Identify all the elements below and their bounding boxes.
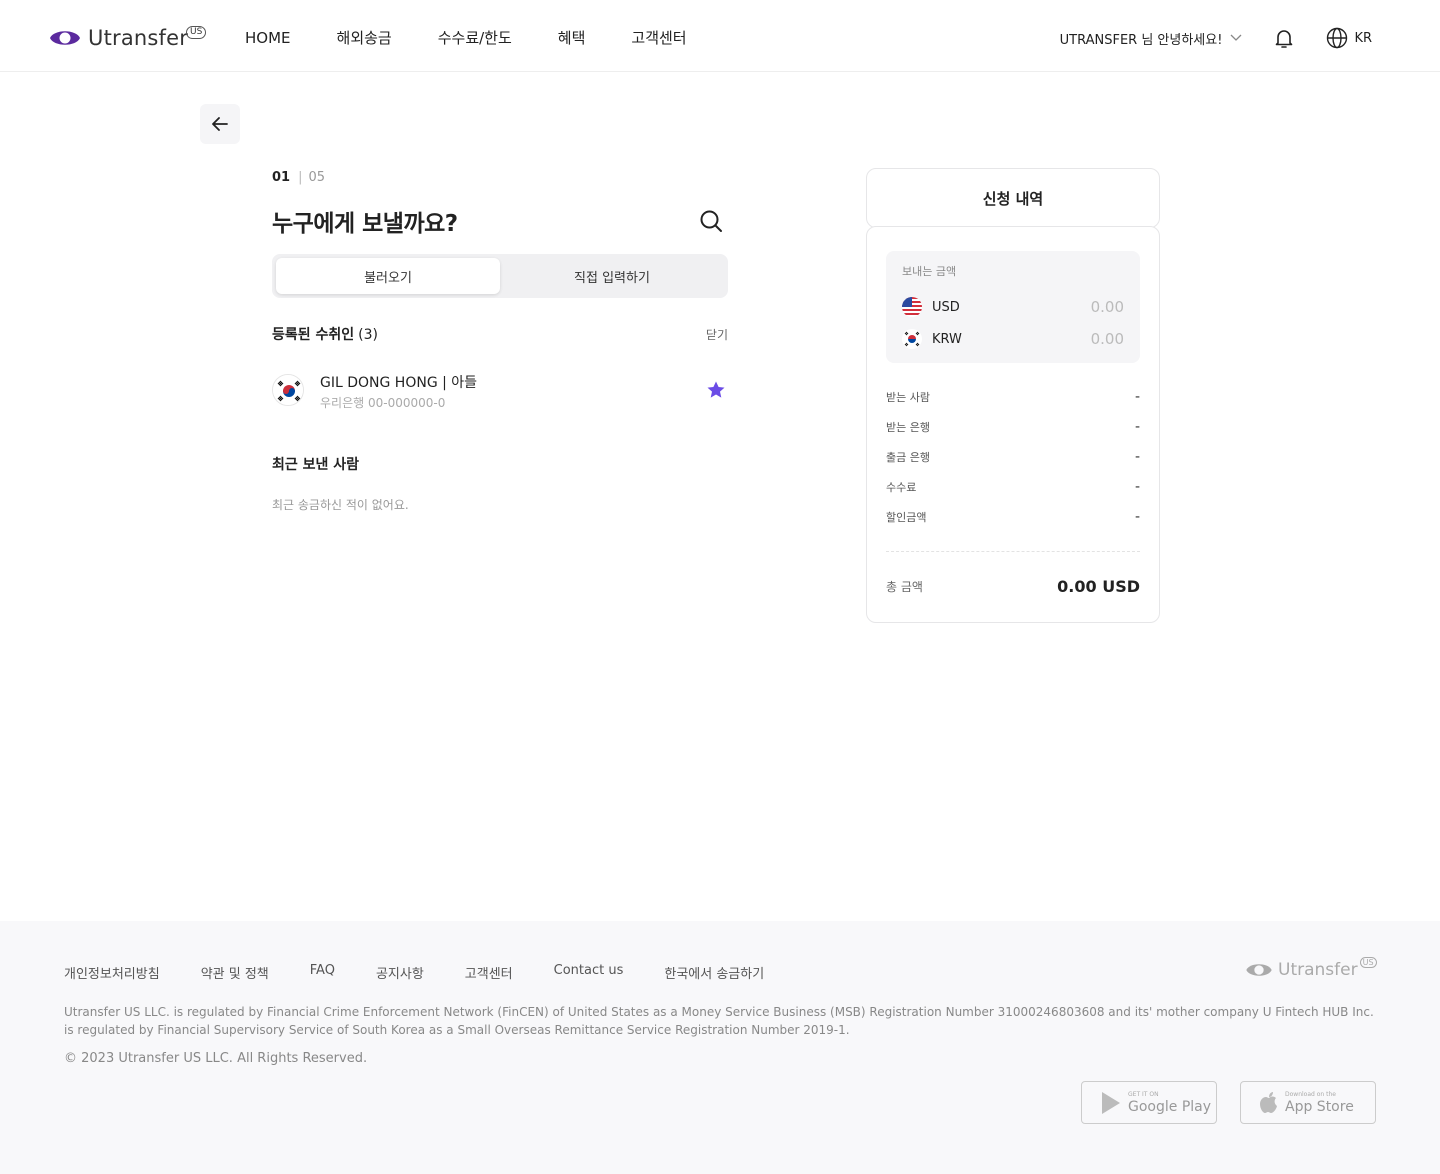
recipient-name: GIL DONG HONG | 아들: [320, 375, 478, 391]
summary-row-value: -: [1134, 509, 1140, 525]
recipient-item[interactable]: GIL DONG HONG | 아들 우리은행 00-000000-0: [272, 370, 728, 410]
tab-manual-input[interactable]: 직접 입력하기: [500, 258, 724, 294]
total-label: 총 금액: [886, 580, 923, 594]
summary-divider: [886, 551, 1140, 552]
nav-benefits[interactable]: 혜택: [558, 27, 586, 49]
logo-badge: US: [186, 26, 207, 39]
footer-link-korea-remit[interactable]: 한국에서 송금하기: [664, 963, 764, 982]
summary-row-recipient: 받는 사람 -: [886, 389, 1140, 405]
currency-code-usd: USD: [932, 299, 960, 315]
nav-home[interactable]: HOME: [245, 27, 291, 49]
bell-icon[interactable]: [1272, 26, 1296, 50]
google-play-button[interactable]: GET IT ON Google Play: [1081, 1081, 1217, 1124]
footer-link-terms[interactable]: 약관 및 정책: [201, 963, 269, 982]
footer-link-privacy[interactable]: 개인정보처리방침: [64, 963, 160, 982]
top-header: Utransfer US HOME 해외송금 수수료/한도 혜택 고객센터 UT…: [0, 0, 1440, 72]
currency-row-usd: USD 0.00: [902, 297, 1124, 317]
footer: 개인정보처리방침 약관 및 정책 FAQ 공지사항 고객센터 Contact u…: [0, 921, 1440, 1174]
nav-customer-center[interactable]: 고객센터: [631, 27, 686, 49]
summary-row-recipient-bank: 받는 은행 -: [886, 419, 1140, 435]
summary-row-withdraw-bank: 출금 은행 -: [886, 449, 1140, 465]
summary-row-fee: 수수료 -: [886, 479, 1140, 495]
summary-row-label: 수수료: [886, 481, 917, 494]
greeting-text: UTRANSFER 님 안녕하세요!: [1059, 32, 1223, 48]
footer-link-faq[interactable]: FAQ: [310, 963, 335, 982]
logo-icon: [50, 31, 80, 45]
close-button[interactable]: 닫기: [706, 326, 728, 343]
registered-header: 등록된 수취인 (3) 닫기: [272, 324, 728, 344]
footer-link-contact[interactable]: Contact us: [554, 963, 624, 982]
currency-row-krw: KRW 0.00: [902, 329, 1124, 349]
step-current: 01: [272, 170, 291, 185]
footer-link-support[interactable]: 고객센터: [465, 963, 513, 982]
step-separator: |: [298, 170, 303, 185]
language-selector[interactable]: KR: [1326, 27, 1372, 49]
registered-title-text: 등록된 수취인: [272, 327, 355, 343]
registered-count: (3): [358, 327, 378, 343]
google-play-small: GET IT ON: [1128, 1090, 1159, 1098]
google-play-icon: [1102, 1091, 1120, 1114]
recent-empty-message: 최근 송금하신 적이 없어요.: [272, 498, 409, 512]
logo[interactable]: Utransfer US: [48, 24, 207, 52]
summary-row-label: 출금 은행: [886, 451, 930, 464]
summary-row-label: 받는 사람: [886, 391, 930, 404]
copyright: © 2023 Utransfer US LLC. All Rights Rese…: [64, 1051, 368, 1066]
apple-icon: [1260, 1091, 1277, 1113]
footer-link-notice[interactable]: 공지사항: [376, 963, 424, 982]
chevron-down-icon: [1230, 34, 1242, 41]
header-right: UTRANSFER 님 안녕하세요! KR: [1060, 24, 1372, 52]
user-menu[interactable]: UTRANSFER 님 안녕하세요!: [1060, 29, 1243, 48]
korea-flag-icon: [272, 374, 304, 406]
back-button[interactable]: [200, 104, 240, 144]
tab-load[interactable]: 불러오기: [276, 258, 500, 294]
currency-code-krw: KRW: [932, 331, 962, 347]
logo-icon: [1246, 964, 1272, 976]
app-store-big: App Store: [1285, 1098, 1354, 1115]
footer-logo-text: Utransfer: [1278, 960, 1358, 980]
footer-logo-badge: US: [1359, 957, 1377, 968]
star-icon[interactable]: [706, 380, 726, 400]
recipient-bank: 우리은행 00-000000-0: [320, 396, 446, 410]
step-indicator: 01 | 05: [272, 170, 325, 185]
recipient-tabs: 불러오기 직접 입력하기: [272, 254, 728, 298]
main-nav: HOME 해외송금 수수료/한도 혜택 고객센터: [245, 27, 733, 49]
currency-amount-usd: 0.00: [1090, 298, 1124, 316]
google-play-big: Google Play: [1128, 1098, 1212, 1115]
summary-row-value: -: [1134, 479, 1140, 495]
summary-row-discount: 할인금액 -: [886, 509, 1140, 525]
summary-row-value: -: [1134, 449, 1140, 465]
korea-flag-icon: [902, 329, 922, 349]
total-value: 0.00 USD: [1057, 577, 1140, 596]
summary-row-label: 받는 은행: [886, 421, 930, 434]
recent-title: 최근 보낸 사람: [272, 457, 360, 473]
step-total: 05: [308, 170, 326, 185]
summary-panel: 보내는 금액 USD 0.00 KRW 0.00 받는 사람 - 받는 은행 -…: [866, 226, 1160, 623]
total-row: 총 금액 0.00 USD: [886, 577, 1140, 596]
footer-links: 개인정보처리방침 약관 및 정책 FAQ 공지사항 고객센터 Contact u…: [64, 963, 805, 982]
page-title: 누구에게 보낼까요?: [272, 211, 458, 237]
app-store-small: Download on the: [1285, 1090, 1336, 1098]
nav-fees-limits[interactable]: 수수료/한도: [438, 27, 512, 49]
send-amount-box: 보내는 금액 USD 0.00 KRW 0.00: [886, 251, 1140, 363]
currency-amount-krw: 0.00: [1090, 330, 1124, 348]
legal-notice: Utransfer US LLC. is regulated by Financ…: [64, 1005, 1374, 1037]
arrow-left-icon: [212, 117, 228, 131]
app-store-button[interactable]: Download on the App Store: [1240, 1081, 1376, 1124]
search-icon[interactable]: [698, 208, 724, 234]
logo-text: Utransfer: [88, 26, 189, 50]
footer-logo: Utransfer US: [1244, 957, 1377, 981]
send-amount-label: 보내는 금액: [902, 265, 957, 278]
nav-overseas-remit[interactable]: 해외송금: [337, 27, 392, 49]
usa-flag-icon: [902, 297, 922, 317]
summary-title: 신청 내역: [866, 168, 1160, 228]
summary-row-label: 할인금액: [886, 511, 927, 524]
registered-title: 등록된 수취인 (3): [272, 324, 378, 344]
globe-icon: [1327, 27, 1348, 49]
summary-row-value: -: [1134, 419, 1140, 435]
language-code: KR: [1354, 30, 1372, 46]
summary-row-value: -: [1134, 389, 1140, 405]
